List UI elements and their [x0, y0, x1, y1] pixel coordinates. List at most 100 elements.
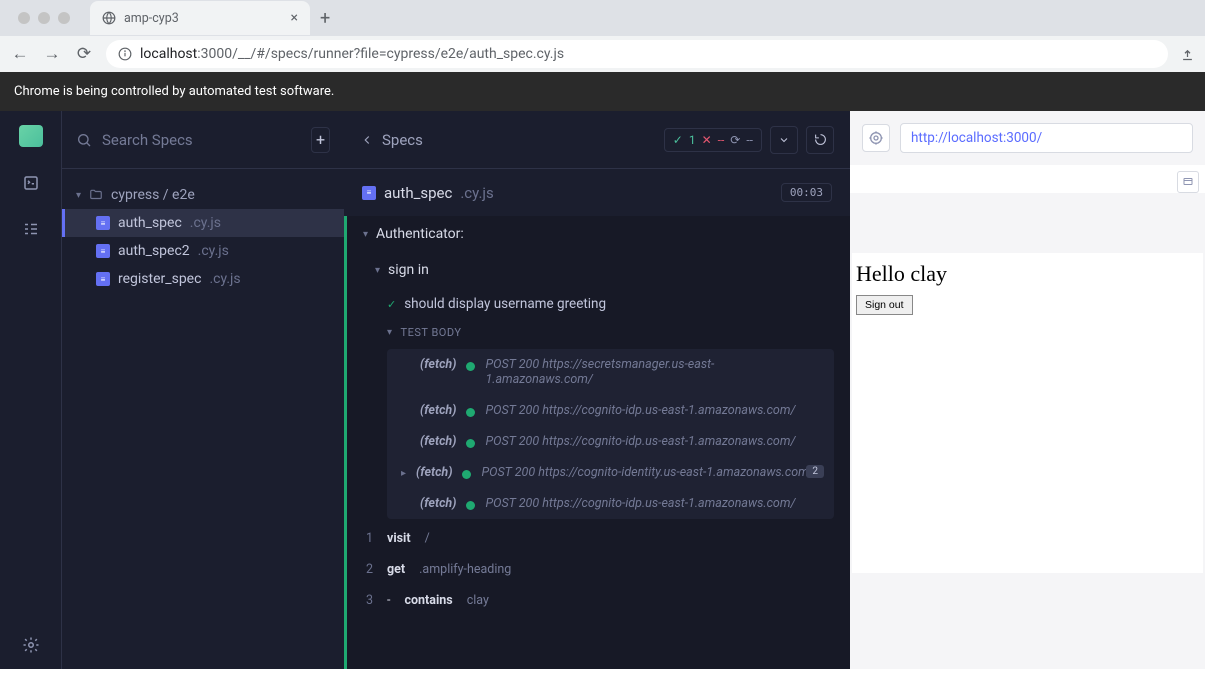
check-icon: ✓	[673, 133, 683, 147]
browser-chrome: amp-cyp3 × + ← → ⟳ localhost:3000/__/#/s…	[0, 0, 1205, 72]
request-line: POST 200 https://cognito-identity.us-eas…	[481, 465, 820, 480]
request-line: POST 200 https://cognito-idp.us-east-1.a…	[485, 403, 820, 418]
settings-nav-icon[interactable]	[21, 635, 41, 655]
file-icon: ≡	[362, 186, 376, 200]
url-text: localhost:3000/__/#/specs/runner?file=cy…	[140, 46, 564, 62]
globe-icon	[102, 11, 116, 25]
command-step[interactable]: 1visit/	[347, 523, 850, 554]
x-icon: ✕	[702, 133, 712, 147]
spec-tree: ▾ cypress / e2e ≡auth_spec.cy.js≡auth_sp…	[62, 169, 344, 305]
status-dot-icon	[466, 501, 475, 510]
fetch-command[interactable]: (fetch) POST 200 https://cognito-idp.us-e…	[387, 426, 834, 457]
spec-file-row[interactable]: ≡ register_spec .cy.js	[62, 265, 344, 293]
forward-button[interactable]: →	[42, 44, 62, 64]
restart-button[interactable]	[806, 126, 834, 154]
command-step[interactable]: 3- containsclay	[347, 585, 850, 616]
chevron-down-icon: ▾	[375, 265, 380, 276]
nav-rail	[0, 111, 62, 669]
app-under-test[interactable]: Hello clay Sign out	[852, 253, 1203, 573]
reload-button[interactable]: ⟳	[74, 44, 94, 64]
file-icon: ≡	[96, 244, 110, 258]
runs-nav-icon[interactable]	[21, 219, 41, 239]
folder-icon	[89, 188, 103, 202]
suite-row[interactable]: ▾ sign in	[347, 252, 850, 288]
viewport-icon[interactable]	[1177, 171, 1199, 193]
tab-title: amp-cyp3	[124, 11, 283, 26]
add-spec-button[interactable]: +	[311, 127, 330, 153]
cypress-logo[interactable]	[19, 125, 43, 147]
chevron-right-icon: ▸	[401, 468, 406, 479]
new-tab-button[interactable]: +	[320, 8, 330, 29]
file-ext: .cy.js	[209, 271, 240, 287]
count-badge: 2	[806, 465, 824, 478]
file-name: register_spec	[118, 271, 201, 287]
app-root: + ▾ cypress / e2e ≡auth_spec.cy.js≡auth_…	[0, 111, 1205, 669]
status-dot-icon	[462, 470, 471, 479]
check-icon: ✓	[387, 298, 396, 311]
file-icon: ≡	[96, 216, 110, 230]
fetch-command[interactable]: (fetch)POST 200 https://secretsmanager.u…	[387, 349, 834, 395]
share-icon[interactable]	[1180, 47, 1195, 62]
spec-search: +	[62, 111, 344, 169]
preview-panel: http://localhost:3000/ Hello clay Sign o…	[850, 111, 1205, 669]
command-step[interactable]: 2get.amplify-heading	[347, 554, 850, 585]
selector-playground-button[interactable]	[862, 124, 890, 152]
test-body-label[interactable]: ▾ TEST BODY	[347, 320, 850, 345]
info-icon	[118, 47, 132, 61]
request-line: POST 200 https://cognito-idp.us-east-1.a…	[485, 496, 820, 511]
status-dot-icon	[466, 408, 475, 417]
fetch-command[interactable]: ▸(fetch)POST 200 https://cognito-identit…	[387, 457, 834, 488]
greeting-heading: Hello clay	[856, 261, 1199, 287]
preview-url[interactable]: http://localhost:3000/	[900, 123, 1193, 153]
fetch-tag: (fetch)	[420, 357, 456, 372]
back-button[interactable]: ←	[10, 44, 30, 64]
address-row: ← → ⟳ localhost:3000/__/#/specs/runner?f…	[0, 36, 1205, 72]
file-name: auth_spec	[118, 215, 182, 231]
step-arg: .amplify-heading	[419, 562, 511, 577]
step-number: 3	[361, 593, 373, 608]
suite-row[interactable]: ▾ Authenticator:	[347, 216, 850, 252]
folder-row[interactable]: ▾ cypress / e2e	[62, 181, 344, 209]
fetch-tag: (fetch)	[420, 403, 456, 418]
specs-breadcrumb[interactable]: Specs	[360, 131, 423, 149]
viewport-button[interactable]	[770, 126, 798, 154]
file-ext: .cy.js	[198, 243, 229, 259]
browser-tab[interactable]: amp-cyp3 ×	[90, 1, 310, 35]
address-bar[interactable]: localhost:3000/__/#/specs/runner?file=cy…	[106, 40, 1168, 68]
automation-banner: Chrome is being controlled by automated …	[0, 72, 1205, 111]
step-arg: /	[425, 531, 430, 546]
file-ext: .cy.js	[190, 215, 221, 231]
preview-toolbar: http://localhost:3000/	[850, 111, 1205, 165]
window-controls[interactable]	[8, 12, 80, 24]
close-icon[interactable]: ×	[291, 10, 298, 26]
fetch-command[interactable]: (fetch) POST 200 https://cognito-idp.us-e…	[387, 488, 834, 519]
fetch-tag: (fetch)	[420, 434, 456, 449]
chevron-down-icon: ▾	[76, 190, 81, 201]
runner-panel: Specs ✓1 ✕-- ⟳-- ≡ auth_spec.cy.js	[344, 111, 850, 669]
fetch-command[interactable]: (fetch) POST 200 https://cognito-idp.us-e…	[387, 395, 834, 426]
tab-row: amp-cyp3 × +	[0, 0, 1205, 36]
signout-button[interactable]: Sign out	[856, 295, 913, 315]
stats-box: ✓1 ✕-- ⟳--	[664, 128, 762, 152]
file-icon: ≡	[96, 272, 110, 286]
spec-title-row: ≡ auth_spec.cy.js 00:03	[344, 169, 850, 216]
preview-body: Hello clay Sign out	[850, 193, 1205, 669]
spec-file-row[interactable]: ≡ auth_spec .cy.js	[62, 209, 344, 237]
chevron-down-icon: ▾	[387, 327, 393, 338]
request-line: POST 200 https://cognito-idp.us-east-1.a…	[485, 434, 820, 449]
pending-icon: ⟳	[730, 133, 740, 147]
specs-nav-icon[interactable]	[21, 173, 41, 193]
command-block: (fetch)POST 200 https://secretsmanager.u…	[387, 349, 834, 519]
step-arg: clay	[467, 593, 489, 608]
spec-title: ≡ auth_spec.cy.js	[362, 184, 494, 202]
search-input[interactable]	[102, 131, 301, 149]
test-row[interactable]: ✓ should display username greeting	[347, 288, 850, 320]
step-number: 2	[361, 562, 373, 577]
fetch-tag: (fetch)	[420, 496, 456, 511]
results: ▾ Authenticator: ▾ sign in ✓ should disp…	[344, 216, 850, 669]
duration-badge: 00:03	[781, 183, 832, 202]
status-dot-icon	[466, 439, 475, 448]
folder-label: cypress / e2e	[111, 187, 195, 203]
spec-file-row[interactable]: ≡auth_spec2.cy.js	[62, 237, 344, 265]
runner-header: Specs ✓1 ✕-- ⟳--	[344, 111, 850, 169]
